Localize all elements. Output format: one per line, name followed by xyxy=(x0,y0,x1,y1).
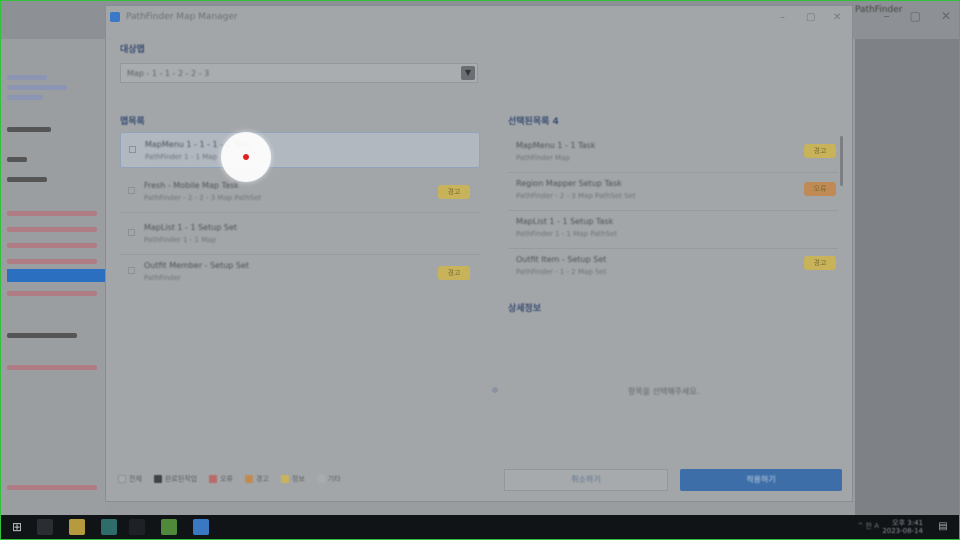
map-manager-dialog: PathFinder Map Manager – ▢ ✕ 대상맵 Map - 1… xyxy=(105,5,853,502)
legend-item[interactable]: 정보 xyxy=(280,474,305,484)
status-legend: 전체 완료된작업 오류 경고 정보 기타 xyxy=(118,474,341,484)
legend-swatch xyxy=(209,475,218,483)
cancel-button-label: 취소하기 xyxy=(571,475,601,484)
background-app-right-title: PathFinder xyxy=(855,5,903,15)
legend-item[interactable]: 완료된작업 xyxy=(153,474,198,484)
apply-button[interactable]: 적용하기 xyxy=(680,469,842,491)
error-badge: 오류 xyxy=(804,182,836,196)
search-icon[interactable] xyxy=(37,519,53,535)
selected-list-item[interactable]: Region Mapper Setup Task PathFinder - 2 … xyxy=(508,172,838,208)
checkbox[interactable] xyxy=(128,229,135,236)
system-tray[interactable]: ^ 한 A xyxy=(857,521,879,531)
cursor-dot xyxy=(243,154,249,160)
legend-item[interactable]: 오류 xyxy=(209,474,233,484)
map-list-item-subtitle: PathFinder 1 - 1 Map xyxy=(145,153,218,161)
source-map-value: Map - 1 - 1 - 2 - 2 - 3 xyxy=(127,68,210,78)
legend-label: 전체 xyxy=(129,475,142,483)
detail-empty-message: 항목을 선택해주세요. xyxy=(628,387,700,396)
app-icon xyxy=(110,12,120,22)
checkbox[interactable] xyxy=(129,146,136,153)
map-list-item-subtitle: PathFinder - 2 - 2 - 3 Map PathSet xyxy=(144,194,262,202)
windows-icon[interactable]: ⊞ xyxy=(9,519,25,535)
legend-label: 기타 xyxy=(327,475,341,483)
selected-list-item[interactable]: Outfit Item - Setup Set PathFinder - 1 -… xyxy=(508,248,838,284)
legend-label: 완료된작업 xyxy=(164,475,198,483)
selected-list: MapMenu 1 - 1 Task PathFinder Map 경고 Reg… xyxy=(508,134,844,284)
warning-badge: 경고 xyxy=(438,266,470,280)
map-list-item-title: Fresh - Mobile Map Task xyxy=(144,181,239,190)
detail-label: 상세정보 xyxy=(508,304,542,314)
apply-button-label: 적용하기 xyxy=(746,475,776,484)
clock-date: 2023-08-14 xyxy=(882,527,923,535)
selected-item-title: MapList 1 - 1 Setup Task xyxy=(516,217,614,226)
dialog-titlebar: PathFinder Map Manager xyxy=(106,6,852,28)
selected-item-title: Outfit Item - Setup Set xyxy=(516,255,607,264)
dialog-title: PathFinder Map Manager xyxy=(126,12,238,22)
legend-item[interactable]: 기타 xyxy=(316,474,341,484)
selected-item-subtitle: PathFinder - 1 - 2 Map Set xyxy=(516,268,607,276)
taskbar-app-icon[interactable] xyxy=(193,519,209,535)
map-list-item-subtitle: PathFinder xyxy=(144,274,181,282)
map-list-item-title: MapList 1 - 1 Setup Set xyxy=(144,223,238,232)
clock[interactable]: 오후 3:41 2023-08-14 xyxy=(882,519,923,535)
checkbox[interactable] xyxy=(128,267,135,274)
source-map-select[interactable]: Map - 1 - 1 - 2 - 2 - 3 ▼ xyxy=(120,63,478,83)
legend-swatch xyxy=(118,475,126,483)
list-divider xyxy=(120,212,480,213)
selected-item-title: Region Mapper Setup Task xyxy=(516,179,622,188)
legend-swatch xyxy=(153,475,162,483)
scrollbar-thumb[interactable] xyxy=(840,136,843,186)
source-map-label: 대상맵 xyxy=(120,45,145,55)
chevron-down-icon[interactable]: ▼ xyxy=(461,66,475,80)
warning-badge: 경고 xyxy=(438,185,470,199)
background-app-right-pane xyxy=(855,39,959,515)
map-list: MapMenu 1 - 1 - 1 - 2 Task PathFinder 1 … xyxy=(120,132,480,292)
legend-label: 경고 xyxy=(255,475,269,483)
legend-swatch xyxy=(244,475,253,483)
warning-badge: 경고 xyxy=(804,144,836,158)
clock-time: 오후 3:41 xyxy=(892,519,923,527)
selected-list-item[interactable]: MapList 1 - 1 Setup Task PathFinder 1 - … xyxy=(508,210,838,246)
notification-icon[interactable]: ▤ xyxy=(935,519,951,535)
selected-item-title: MapMenu 1 - 1 Task xyxy=(516,141,596,150)
cancel-button[interactable]: 취소하기 xyxy=(504,469,668,491)
taskbar-app-icon[interactable] xyxy=(129,519,145,535)
legend-swatch xyxy=(280,475,289,483)
legend-label: 오류 xyxy=(220,475,233,483)
selected-item-subtitle: PathFinder 1 - 1 Map PathSet xyxy=(516,230,618,238)
map-list-item[interactable]: Fresh - Mobile Map Task PathFinder - 2 -… xyxy=(120,174,480,210)
selected-item-subtitle: PathFinder - 2 - 3 Map PathSet Set xyxy=(516,192,636,200)
legend-item[interactable]: 전체 xyxy=(118,474,142,484)
map-list-item-title: Outfit Member - Setup Set xyxy=(144,261,250,270)
map-list-label: 맵목록 xyxy=(120,117,145,127)
selected-list-item[interactable]: MapMenu 1 - 1 Task PathFinder Map 경고 xyxy=(508,134,838,170)
close-icon[interactable]: ✕ xyxy=(941,9,951,23)
legend-swatch xyxy=(316,475,325,483)
map-list-item-subtitle: PathFinder 1 - 1 Map xyxy=(144,236,217,244)
file-explorer-icon[interactable] xyxy=(69,519,85,535)
legend-item[interactable]: 경고 xyxy=(244,474,269,484)
checkbox[interactable] xyxy=(128,187,135,194)
dialog-close-icon[interactable]: ✕ xyxy=(833,12,841,23)
map-list-item[interactable]: MapMenu 1 - 1 - 1 - 2 Task PathFinder 1 … xyxy=(120,132,480,168)
selected-list-label: 선택된목록 4 xyxy=(508,117,559,127)
map-list-item[interactable]: Outfit Member - Setup Set PathFinder 경고 xyxy=(120,254,480,290)
maximize-icon[interactable]: ▢ xyxy=(910,9,921,23)
warning-badge: 경고 xyxy=(804,256,836,270)
dialog-minimize-icon[interactable]: – xyxy=(780,12,785,23)
background-selected-row[interactable] xyxy=(7,269,105,282)
selected-item-subtitle: PathFinder Map xyxy=(516,154,570,162)
legend-label: 정보 xyxy=(291,475,305,483)
cursor-highlight xyxy=(221,132,271,182)
taskbar-app-icon[interactable] xyxy=(161,519,177,535)
taskbar: ⊞ ^ 한 A 오후 3:41 2023-08-14 ▤ xyxy=(1,515,959,539)
map-list-item[interactable]: MapList 1 - 1 Setup Set PathFinder 1 - 1… xyxy=(120,216,480,252)
taskbar-app-icon[interactable] xyxy=(101,519,117,535)
dialog-maximize-icon[interactable]: ▢ xyxy=(806,12,815,23)
info-icon xyxy=(492,387,498,393)
